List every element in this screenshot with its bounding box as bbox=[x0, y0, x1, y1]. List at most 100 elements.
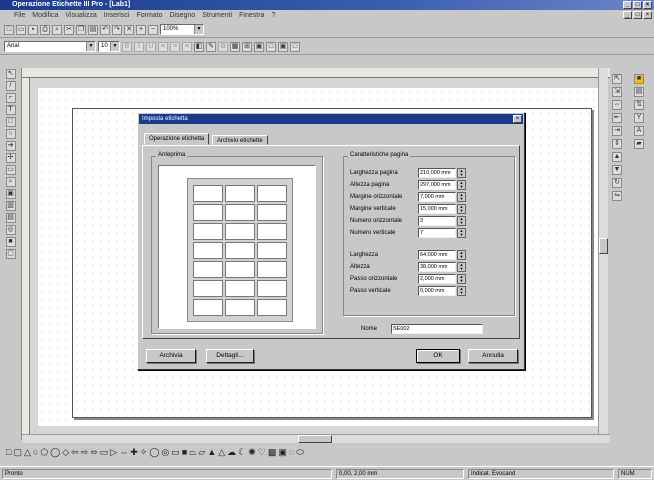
align-center-icon[interactable]: ≡ bbox=[170, 41, 180, 52]
fill-color-icon[interactable]: ◧ bbox=[194, 41, 204, 52]
seal-shape-icon[interactable]: ✺ bbox=[248, 447, 256, 457]
print-icon[interactable]: ⎙ bbox=[40, 24, 50, 35]
vertical-scrollbar[interactable] bbox=[598, 68, 608, 434]
ring-shape-icon[interactable]: ◎ bbox=[161, 447, 169, 457]
align-right-icon-2[interactable]: ⇥ bbox=[612, 126, 622, 136]
cross-shape-icon[interactable]: ✚ bbox=[130, 447, 138, 457]
zoom-tool-icon[interactable]: ⌕ bbox=[5, 177, 16, 187]
minimize-button[interactable]: _ bbox=[623, 1, 632, 9]
name-input[interactable]: SE002 bbox=[391, 324, 483, 334]
font-tool-icon[interactable]: A bbox=[634, 126, 644, 136]
align-bottom-icon[interactable]: ⇲ bbox=[612, 87, 622, 97]
doc-restore-button[interactable]: □ bbox=[633, 11, 642, 19]
line-color-icon[interactable]: ✎ bbox=[206, 41, 216, 52]
vertical-pitch-spinner[interactable]: ▲ ▼ bbox=[457, 286, 466, 296]
frame-icon[interactable]: □ bbox=[266, 41, 276, 52]
print-preview-icon[interactable]: ⌕ bbox=[52, 24, 62, 35]
fill-tool-icon[interactable]: ■ bbox=[5, 237, 16, 247]
trapezoid-shape-icon[interactable]: ⏢ bbox=[189, 447, 196, 457]
dialog-close-button[interactable]: × bbox=[513, 115, 522, 123]
delete-icon[interactable]: ✕ bbox=[124, 24, 134, 35]
snap-icon[interactable]: ⊞ bbox=[242, 41, 252, 52]
label-height-spinner[interactable]: ▲ ▼ bbox=[457, 262, 466, 272]
menu-window[interactable]: Finestra bbox=[239, 12, 264, 19]
archive-button[interactable]: Archivia bbox=[146, 349, 196, 363]
menu-draw[interactable]: Disegno bbox=[170, 12, 196, 19]
page-width-input[interactable]: 210,000 mm bbox=[418, 168, 456, 178]
vertical-pitch-input[interactable]: 0,000 mm bbox=[418, 286, 456, 296]
label-width-spinner[interactable]: ▲ ▼ bbox=[457, 250, 466, 260]
counter-tool-icon[interactable]: ◎ bbox=[5, 225, 16, 235]
horizontal-scroll-thumb[interactable] bbox=[298, 435, 332, 443]
menu-edit[interactable]: Modifica bbox=[32, 12, 58, 19]
doc-close-button[interactable]: × bbox=[643, 11, 652, 19]
vertical-margin-input[interactable]: 15,000 mm bbox=[418, 204, 456, 214]
cut-icon[interactable]: ✂ bbox=[64, 24, 74, 35]
layers-icon[interactable]: ▤ bbox=[634, 87, 644, 97]
zoom-out-icon[interactable]: − bbox=[148, 24, 158, 35]
page-width-spinner[interactable]: ▲ ▼ bbox=[457, 168, 466, 178]
redo-icon[interactable]: ↷ bbox=[112, 24, 122, 35]
underline-icon[interactable]: U bbox=[146, 41, 156, 52]
horizontal-count-spinner[interactable]: ▲ ▼ bbox=[457, 216, 466, 226]
line-tool-icon[interactable]: / bbox=[5, 81, 16, 91]
send-back-icon[interactable]: ▼ bbox=[612, 165, 622, 175]
text-tool-icon[interactable]: T bbox=[5, 105, 16, 115]
double-arrow-shape-icon[interactable]: ⇔ bbox=[119, 447, 128, 457]
label-width-input[interactable]: 64,000 mm bbox=[418, 250, 456, 260]
badge-shape-icon[interactable]: ⬭ bbox=[296, 447, 304, 457]
save-icon[interactable]: ▪ bbox=[28, 24, 38, 35]
triangle-up-shape-icon[interactable]: ▲ bbox=[207, 447, 216, 457]
cloud-shape-icon[interactable]: ☁ bbox=[227, 447, 236, 457]
page-icon[interactable]: □ bbox=[290, 41, 300, 52]
arrow-right-shape-icon[interactable]: ⇨ bbox=[81, 447, 89, 457]
triangle-outline-shape-icon[interactable]: △ bbox=[218, 447, 225, 457]
tab-label-operation[interactable]: Operazione etichetta bbox=[144, 133, 210, 145]
vertical-count-spinner[interactable]: ▲ ▼ bbox=[457, 228, 466, 238]
pentagon-shape-icon[interactable]: ⬠ bbox=[40, 447, 48, 457]
horizontal-margin-spinner[interactable]: ▲ ▼ bbox=[457, 192, 466, 202]
zoom-combo[interactable]: 100% ▼ bbox=[160, 24, 204, 35]
frame-shape-icon[interactable]: ▣ bbox=[278, 447, 287, 457]
color-palette-icon[interactable]: ■ bbox=[634, 74, 644, 84]
image-tool-icon[interactable]: ▣ bbox=[5, 189, 16, 199]
bold-icon[interactable]: B bbox=[122, 41, 132, 52]
open-folder-icon[interactable]: ▭ bbox=[16, 24, 26, 35]
bubble-shape-icon[interactable]: ◌ bbox=[289, 447, 294, 457]
page-height-spinner[interactable]: ▲ ▼ bbox=[457, 180, 466, 190]
parallelogram-shape-icon[interactable]: ▱ bbox=[198, 447, 205, 457]
pointer-icon[interactable]: ↖ bbox=[5, 69, 16, 79]
align-right-icon[interactable]: ≡ bbox=[182, 41, 192, 52]
maximize-button[interactable]: □ bbox=[633, 1, 642, 9]
arrow-tool-icon[interactable]: ➔ bbox=[5, 141, 16, 151]
polyline-tool-icon[interactable]: ⌐ bbox=[5, 93, 16, 103]
new-file-icon[interactable]: □ bbox=[4, 24, 14, 35]
layer-icon[interactable]: ▣ bbox=[254, 41, 264, 52]
align-left-icon[interactable]: ≡ bbox=[158, 41, 168, 52]
vertical-scroll-thumb[interactable] bbox=[599, 238, 608, 254]
horizontal-count-input[interactable]: 3 bbox=[418, 216, 456, 226]
copy-icon[interactable]: ❐ bbox=[76, 24, 86, 35]
page-height-input[interactable]: 297,000 mm bbox=[418, 180, 456, 190]
sort-icon[interactable]: ⇅ bbox=[634, 100, 644, 110]
ok-button[interactable]: OK bbox=[416, 349, 460, 363]
group-icon[interactable]: ⧉ bbox=[218, 41, 228, 52]
barcode-tool-icon[interactable]: ▥ bbox=[5, 201, 16, 211]
tab-label-archive[interactable]: Archivio etichette bbox=[212, 135, 268, 145]
circle-shape-icon[interactable]: ○ bbox=[33, 447, 38, 457]
zoom-in-icon[interactable]: + bbox=[136, 24, 146, 35]
menu-file[interactable]: File bbox=[14, 12, 25, 19]
database-tool-icon[interactable]: ▤ bbox=[5, 213, 16, 223]
star-shape-icon[interactable]: ✧ bbox=[140, 447, 148, 457]
menu-insert[interactable]: Inserisci bbox=[104, 12, 130, 19]
rectangle-tool-icon[interactable]: □ bbox=[5, 117, 16, 127]
brush-icon[interactable]: ▰ bbox=[634, 139, 644, 149]
rounded-rect-shape-icon[interactable]: ▢ bbox=[13, 447, 22, 457]
heart-shape-icon[interactable]: ♡ bbox=[258, 447, 266, 457]
label-height-input[interactable]: 38,000 mm bbox=[418, 262, 456, 272]
flip-icon[interactable]: ⇋ bbox=[612, 191, 622, 201]
distribute-icon[interactable]: ⇕ bbox=[612, 139, 622, 149]
oval-shape-icon[interactable]: ◯ bbox=[149, 447, 159, 457]
horizontal-margin-input[interactable]: 7,000 mm bbox=[418, 192, 456, 202]
menu-format[interactable]: Formato bbox=[136, 12, 162, 19]
